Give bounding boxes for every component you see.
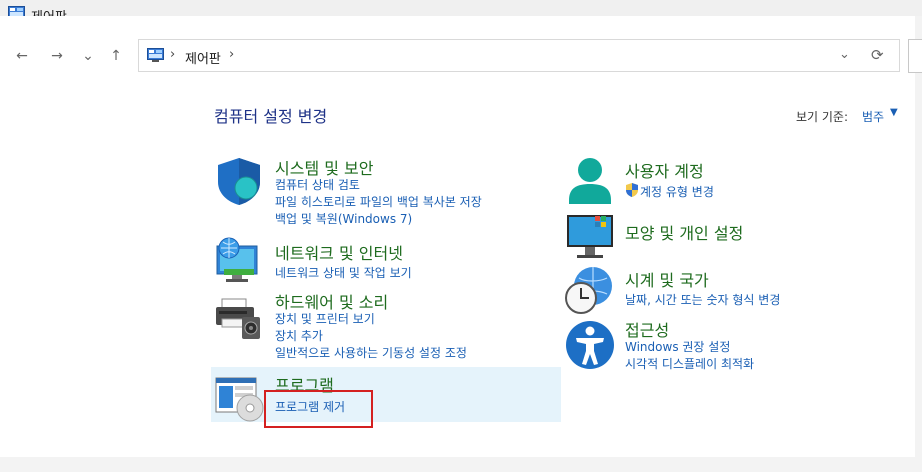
network-icon[interactable]	[214, 236, 264, 286]
back-button[interactable]: ←	[13, 46, 31, 66]
view-by-dropdown[interactable]: 범주	[862, 108, 884, 125]
search-box[interactable]	[908, 39, 922, 73]
link-change-date-time-format[interactable]: 날짜, 시간 또는 숫자 형식 변경	[625, 291, 780, 308]
category-clock-region[interactable]: 시계 및 국가	[625, 267, 709, 291]
page-title: 컴퓨터 설정 변경	[214, 107, 328, 126]
link-optimize-visual-display[interactable]: 시각적 디스플레이 최적화	[625, 355, 754, 372]
recent-locations-button[interactable]: ⌄	[79, 46, 97, 66]
link-add-device[interactable]: 장치 추가	[275, 327, 323, 344]
link-file-history-backup[interactable]: 파일 히스토리로 파일의 백업 복사본 저장	[275, 193, 482, 210]
forward-button[interactable]: →	[48, 46, 66, 66]
address-bar[interactable]: › 제어판 › ⌄ ⟳	[138, 39, 900, 72]
link-mobility-settings[interactable]: 일반적으로 사용하는 기동성 설정 조정	[275, 344, 467, 361]
control-panel-icon	[147, 48, 164, 62]
up-button[interactable]: ↑	[107, 46, 125, 66]
user-icon[interactable]	[565, 156, 615, 206]
address-dropdown-button[interactable]: ⌄	[839, 47, 850, 62]
breadcrumb-separator[interactable]: ›	[229, 47, 234, 62]
link-network-status-tasks[interactable]: 네트워크 상태 및 작업 보기	[275, 264, 412, 281]
clock-icon[interactable]	[565, 266, 615, 316]
category-network-internet[interactable]: 네트워크 및 인터넷	[275, 240, 403, 264]
monitor-icon[interactable]	[565, 211, 615, 261]
shield-icon[interactable]	[214, 156, 264, 206]
category-user-accounts[interactable]: 사용자 계정	[625, 158, 704, 182]
programs-icon[interactable]	[214, 374, 264, 424]
view-by-arrow-icon[interactable]: ▼	[890, 107, 898, 118]
breadcrumb-separator[interactable]: ›	[170, 47, 175, 62]
category-appearance-personalization[interactable]: 모양 및 개인 설정	[625, 220, 743, 244]
view-by-label: 보기 기준:	[796, 110, 849, 124]
printer-icon[interactable]	[214, 293, 264, 343]
link-devices-printers[interactable]: 장치 및 프린터 보기	[275, 310, 375, 327]
link-change-account-type[interactable]: 계정 유형 변경	[640, 183, 714, 200]
uac-shield-icon	[626, 183, 638, 197]
breadcrumb-control-panel[interactable]: 제어판	[185, 48, 221, 67]
link-review-computer-status[interactable]: 컴퓨터 상태 검토	[275, 176, 360, 193]
annotation-highlight-box	[264, 390, 373, 428]
link-backup-restore[interactable]: 백업 및 복원(Windows 7)	[275, 210, 412, 227]
accessibility-icon[interactable]	[565, 320, 615, 370]
link-recommended-settings[interactable]: Windows 권장 설정	[625, 338, 730, 355]
refresh-button[interactable]: ⟳	[871, 46, 884, 64]
